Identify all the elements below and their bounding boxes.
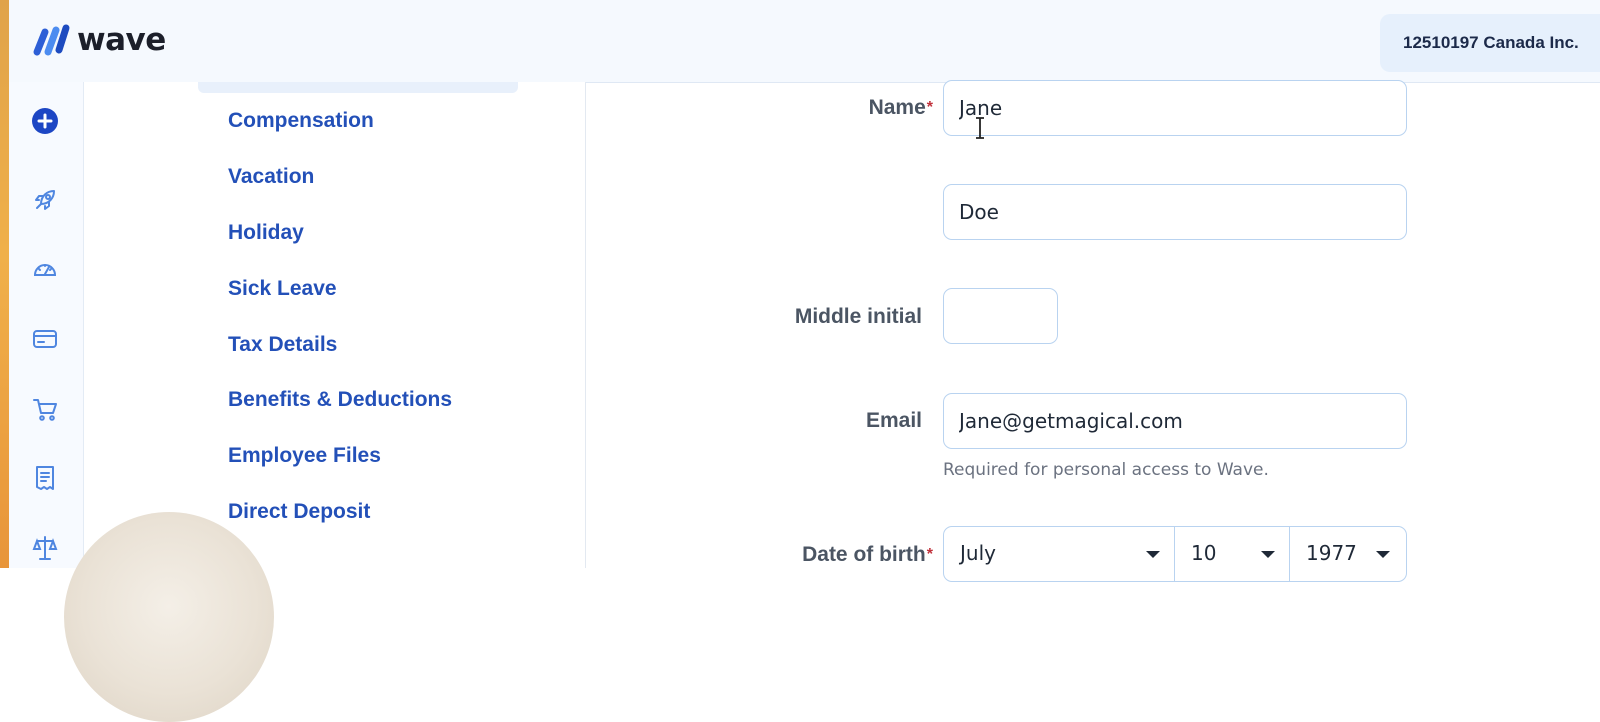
- dashboard-gauge-icon[interactable]: [31, 256, 59, 284]
- credit-card-icon[interactable]: [31, 325, 59, 353]
- background-window-edge: [0, 0, 9, 568]
- required-marker: *: [926, 99, 933, 116]
- dob-year-select[interactable]: 1977: [1289, 526, 1407, 582]
- nav-item-vacation[interactable]: Vacation: [228, 164, 314, 190]
- email-field[interactable]: [943, 393, 1407, 449]
- chevron-down-icon: [1261, 551, 1275, 558]
- presenter-avatar: [64, 512, 274, 722]
- receipt-icon[interactable]: [31, 464, 59, 492]
- business-switcher-button[interactable]: 12510197 Canada Inc.: [1380, 14, 1600, 72]
- email-label: Email: [865, 409, 922, 432]
- chevron-down-icon: [1146, 551, 1160, 558]
- middle-initial-label: Middle initial: [794, 305, 922, 328]
- dob-month-value: July: [960, 541, 996, 565]
- required-marker: *: [926, 546, 933, 563]
- top-header: wave 12510197 Canada Inc.: [9, 0, 1600, 83]
- dob-label: Date of birth*: [802, 543, 933, 566]
- icon-sidebar: [9, 82, 84, 568]
- employee-section-nav: Compensation Vacation Holiday Sick Leave…: [64, 82, 586, 722]
- dob-day-value: 10: [1191, 541, 1217, 565]
- dob-day-select[interactable]: 10: [1174, 526, 1291, 582]
- nav-item-holiday[interactable]: Holiday: [228, 220, 304, 246]
- nav-item-tax-details[interactable]: Tax Details: [228, 332, 337, 358]
- nav-item-compensation[interactable]: Compensation: [228, 108, 374, 134]
- email-helper-text: Required for personal access to Wave.: [943, 460, 1269, 480]
- wave-logo[interactable]: wave: [31, 22, 166, 58]
- dob-year-value: 1977: [1306, 541, 1357, 565]
- rocket-icon[interactable]: [31, 186, 59, 214]
- dob-month-select[interactable]: July: [943, 526, 1176, 582]
- middle-initial-field[interactable]: [943, 288, 1058, 344]
- name-label: Name*: [868, 96, 933, 119]
- active-nav-highlight: [198, 82, 518, 93]
- text-cursor-icon: [976, 117, 984, 139]
- nav-item-benefits-deductions[interactable]: Benefits & Deductions: [228, 387, 452, 413]
- last-name-field[interactable]: [943, 184, 1407, 240]
- first-name-field[interactable]: [943, 80, 1407, 136]
- plus-circle-icon[interactable]: [31, 107, 59, 135]
- nav-item-sick-leave[interactable]: Sick Leave: [228, 276, 337, 302]
- cart-icon[interactable]: [31, 395, 59, 423]
- nav-item-direct-deposit[interactable]: Direct Deposit: [228, 499, 370, 525]
- brand-name: wave: [77, 22, 166, 58]
- wave-logo-mark-icon: [33, 24, 70, 56]
- chevron-down-icon: [1376, 551, 1390, 558]
- scale-icon[interactable]: [31, 534, 59, 562]
- nav-item-employee-files[interactable]: Employee Files: [228, 443, 381, 469]
